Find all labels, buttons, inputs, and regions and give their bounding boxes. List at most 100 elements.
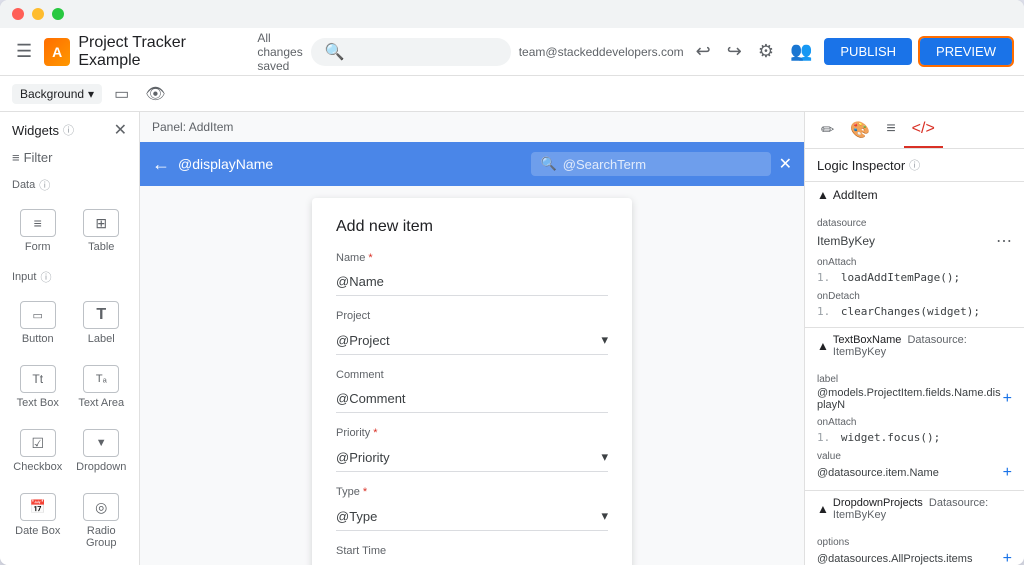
form-widget-icon: ≡ bbox=[20, 209, 56, 237]
widget-dropdown[interactable]: ▼ Dropdown bbox=[72, 421, 132, 481]
tbn-value-plus-icon[interactable]: + bbox=[1003, 464, 1012, 482]
logic-info-icon: ⓘ bbox=[909, 157, 920, 173]
widget-radiogroup[interactable]: ◎ Radio Group bbox=[72, 485, 132, 557]
priority-value: @Priority bbox=[336, 450, 390, 465]
checkbox-widget-icon: ☑ bbox=[20, 429, 56, 457]
users-icon[interactable]: 👥 bbox=[786, 37, 816, 66]
tbn-label-plus-icon[interactable]: + bbox=[1003, 390, 1012, 408]
widget-slider[interactable]: ⊣⊢ Slider bbox=[72, 561, 132, 565]
background-selector[interactable]: Background ▾ bbox=[12, 84, 102, 104]
widget-datebox[interactable]: 📅 Date Box bbox=[8, 485, 68, 557]
widget-textbox[interactable]: Tt Text Box bbox=[8, 357, 68, 417]
desktop-view-icon[interactable]: ▭ bbox=[110, 82, 133, 106]
widgets-header: Widgets ⓘ ✕ bbox=[0, 112, 139, 148]
filter-label: Filter bbox=[24, 150, 53, 165]
ddp-options-label: options bbox=[817, 537, 1012, 548]
search-bar[interactable]: 🔍 bbox=[311, 38, 511, 66]
priority-field: Priority * @Priority ▾ bbox=[336, 427, 608, 472]
datasource-label: datasource bbox=[817, 218, 1012, 229]
additem-section-header[interactable]: ▲ AddItem bbox=[805, 182, 1024, 208]
visibility-icon[interactable]: 👁 bbox=[141, 82, 169, 106]
onattach-code: 1. loadAddItemPage(); bbox=[817, 270, 1012, 285]
datasource-dots-icon[interactable]: ⋯ bbox=[996, 231, 1012, 251]
onattach-label: onAttach bbox=[817, 257, 1012, 268]
datebox-widget-icon: 📅 bbox=[20, 493, 56, 521]
widget-form[interactable]: ≡ Form bbox=[8, 201, 68, 261]
search-term-label: @SearchTerm bbox=[563, 157, 761, 172]
project-select[interactable]: @Project ▾ bbox=[336, 326, 608, 355]
starttime-field: Start Time No selection ▾ bbox=[336, 545, 608, 565]
tbn-onattach-code: 1. widget.focus(); bbox=[817, 430, 1012, 445]
dropdownprojects-section: ▲ DropdownProjects Datasource: ItemByKey… bbox=[805, 491, 1024, 565]
widgets-close-icon[interactable]: ✕ bbox=[114, 120, 127, 140]
widget-section-data: Data ⓘ bbox=[0, 173, 139, 197]
datebox-widget-label: Date Box bbox=[15, 525, 60, 537]
tab-theme[interactable]: 🎨 bbox=[842, 112, 878, 148]
ddp-options-plus-icon[interactable]: + bbox=[1003, 550, 1012, 565]
starttime-select[interactable]: No selection ▾ bbox=[336, 561, 608, 565]
data-section-label: Data bbox=[12, 179, 35, 191]
display-name-label: @displayName bbox=[178, 156, 523, 172]
blue-header-bar: ← @displayName 🔍 @SearchTerm ✕ bbox=[140, 142, 804, 186]
menu-icon[interactable]: ☰ bbox=[12, 37, 36, 66]
header-search-bar[interactable]: 🔍 @SearchTerm bbox=[531, 152, 771, 176]
starttime-label: Start Time bbox=[336, 545, 608, 557]
textboxname-chevron-icon: ▲ bbox=[817, 339, 829, 353]
dropdown-widget-label: Dropdown bbox=[76, 461, 126, 473]
additem-section: ▲ AddItem datasource ItemByKey ⋯ onAttac… bbox=[805, 182, 1024, 328]
radiogroup-widget-icon: ◎ bbox=[83, 493, 119, 521]
dropdown-widget-icon: ▼ bbox=[83, 429, 119, 457]
radiogroup-widget-label: Radio Group bbox=[76, 525, 128, 549]
app-header: ☰ A Project Tracker Example All changes … bbox=[0, 28, 1024, 76]
checkbox-widget-label: Checkbox bbox=[13, 461, 62, 473]
back-arrow-icon[interactable]: ← bbox=[152, 154, 170, 175]
button-widget-icon: ▭ bbox=[20, 301, 56, 329]
toolbar: Background ▾ ▭ 👁 bbox=[0, 76, 1024, 112]
textboxname-section-content: label @models.ProjectItem.fields.Name.di… bbox=[805, 364, 1024, 490]
datasource-row: ItemByKey ⋯ bbox=[817, 231, 1012, 251]
form-widget-label: Form bbox=[25, 241, 51, 253]
comment-input[interactable] bbox=[336, 385, 608, 413]
form-card: Add new item Name * Project @Project ▾ bbox=[312, 198, 632, 565]
tbn-label-label: label bbox=[817, 374, 1012, 385]
widget-table[interactable]: ⊞ Table bbox=[72, 201, 132, 261]
widget-label[interactable]: T Label bbox=[72, 293, 132, 353]
publish-button[interactable]: PUBLISH bbox=[824, 38, 912, 65]
project-value: @Project bbox=[336, 333, 390, 348]
type-value: @Type bbox=[336, 509, 377, 524]
widget-button[interactable]: ▭ Button bbox=[8, 293, 68, 353]
project-field: Project @Project ▾ bbox=[336, 310, 608, 355]
settings-icon[interactable]: ⚙ bbox=[754, 37, 778, 66]
name-input[interactable] bbox=[336, 268, 608, 296]
close-button[interactable] bbox=[12, 8, 24, 20]
header-search-icon: 🔍 bbox=[541, 156, 557, 172]
preview-button[interactable]: PREVIEW bbox=[920, 38, 1012, 65]
canvas-area: Panel: AddItem ← @displayName 🔍 @SearchT… bbox=[140, 112, 804, 565]
redo-icon[interactable]: ↪ bbox=[723, 37, 746, 66]
maximize-button[interactable] bbox=[52, 8, 64, 20]
tab-data[interactable]: ≡ bbox=[878, 112, 903, 148]
label-widget-label: Label bbox=[88, 333, 115, 345]
main-area: Widgets ⓘ ✕ ≡ Filter Data ⓘ ≡ Form bbox=[0, 112, 1024, 565]
undo-icon[interactable]: ↩ bbox=[692, 37, 715, 66]
tab-edit[interactable]: ✏ bbox=[813, 112, 842, 148]
type-select[interactable]: @Type ▾ bbox=[336, 502, 608, 531]
search-icon: 🔍 bbox=[325, 42, 345, 62]
header-close-icon[interactable]: ✕ bbox=[779, 154, 792, 174]
background-label: Background bbox=[20, 87, 84, 101]
priority-label: Priority * bbox=[336, 427, 608, 439]
ddp-label: DropdownProjects Datasource: ItemByKey bbox=[833, 497, 1012, 521]
widget-starrating[interactable]: ★ Star Rating bbox=[8, 561, 68, 565]
minimize-button[interactable] bbox=[32, 8, 44, 20]
dropdownprojects-section-header[interactable]: ▲ DropdownProjects Datasource: ItemByKey bbox=[805, 491, 1024, 527]
filter-icon: ≡ bbox=[12, 150, 20, 165]
data-widgets-grid: ≡ Form ⊞ Table bbox=[0, 197, 139, 265]
priority-select[interactable]: @Priority ▾ bbox=[336, 443, 608, 472]
widget-textarea[interactable]: Tₐ Text Area bbox=[72, 357, 132, 417]
input-widgets-grid: ▭ Button T Label Tt Text Box Tₐ Text Are… bbox=[0, 289, 139, 565]
filter-row[interactable]: ≡ Filter bbox=[0, 148, 139, 173]
tab-logic[interactable]: </> bbox=[904, 112, 943, 148]
textboxname-section-header[interactable]: ▲ TextBoxName Datasource: ItemByKey bbox=[805, 328, 1024, 364]
comment-label: Comment bbox=[336, 369, 608, 381]
widget-checkbox[interactable]: ☑ Checkbox bbox=[8, 421, 68, 481]
